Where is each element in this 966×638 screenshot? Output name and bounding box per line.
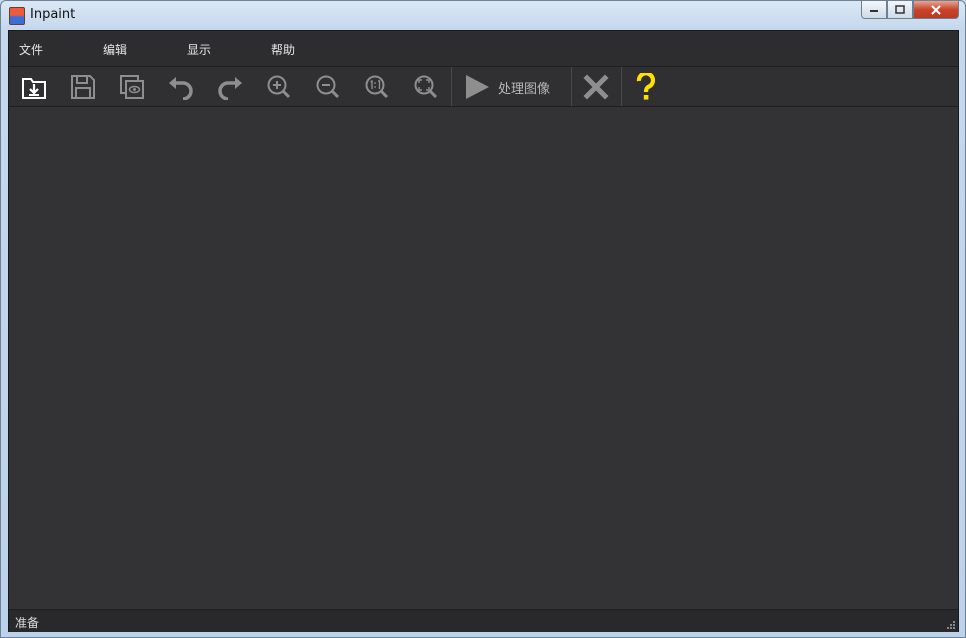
status-bar: 准备 bbox=[9, 609, 958, 632]
help-button[interactable] bbox=[629, 71, 663, 103]
help-icon bbox=[636, 73, 656, 100]
zoom-fit-icon bbox=[414, 75, 438, 99]
process-image-label: 处理图像 bbox=[498, 81, 551, 97]
resize-grip-icon[interactable] bbox=[945, 619, 955, 629]
close-button[interactable] bbox=[913, 1, 959, 19]
zoom-actual-button[interactable] bbox=[360, 71, 394, 103]
title-bar[interactable]: Inpaint bbox=[1, 1, 965, 29]
process-image-button[interactable]: 处理图像 bbox=[464, 71, 550, 103]
menu-edit[interactable]: 编辑 bbox=[103, 41, 127, 58]
preview-button[interactable] bbox=[115, 71, 149, 103]
menu-help[interactable]: 帮助 bbox=[271, 41, 295, 58]
redo-icon bbox=[218, 77, 242, 100]
caption-buttons bbox=[861, 1, 959, 21]
zoom-in-icon bbox=[267, 75, 291, 99]
zoom-actual-icon bbox=[365, 75, 389, 99]
minimize-icon bbox=[870, 9, 878, 12]
menu-view[interactable]: 显示 bbox=[187, 41, 211, 58]
image-canvas[interactable] bbox=[9, 107, 958, 609]
maximize-button[interactable] bbox=[887, 1, 913, 19]
open-button[interactable] bbox=[17, 71, 51, 103]
save-button[interactable] bbox=[66, 71, 100, 103]
menu-file[interactable]: 文件 bbox=[19, 41, 43, 58]
status-text: 准备 bbox=[15, 616, 40, 630]
window-title: Inpaint bbox=[30, 7, 76, 22]
play-icon bbox=[466, 75, 489, 99]
toolbar-separator bbox=[451, 67, 452, 106]
cancel-button[interactable] bbox=[579, 71, 613, 103]
save-icon bbox=[71, 75, 95, 99]
maximize-icon bbox=[895, 5, 905, 14]
client-area: 文件 编辑 显示 帮助 处理图像 准备 bbox=[8, 30, 959, 632]
redo-button[interactable] bbox=[213, 71, 247, 103]
undo-button[interactable] bbox=[164, 71, 198, 103]
undo-icon bbox=[169, 77, 193, 100]
zoom-fit-button[interactable] bbox=[409, 71, 443, 103]
zoom-in-button[interactable] bbox=[262, 71, 296, 103]
close-x-icon bbox=[583, 74, 609, 100]
close-icon bbox=[931, 4, 941, 15]
toolbar-separator bbox=[621, 67, 622, 106]
minimize-button[interactable] bbox=[861, 1, 887, 19]
zoom-out-icon bbox=[316, 75, 340, 99]
preview-icon bbox=[120, 75, 144, 99]
app-window: Inpaint 文件 编辑 显示 帮助 处理图像 准备 bbox=[0, 0, 966, 638]
menu-bar: 文件 编辑 显示 帮助 bbox=[9, 31, 958, 67]
open-file-icon bbox=[22, 78, 46, 99]
toolbar: 处理图像 bbox=[9, 67, 958, 107]
toolbar-separator bbox=[571, 67, 572, 106]
zoom-out-button[interactable] bbox=[311, 71, 345, 103]
app-logo-icon bbox=[9, 7, 25, 25]
